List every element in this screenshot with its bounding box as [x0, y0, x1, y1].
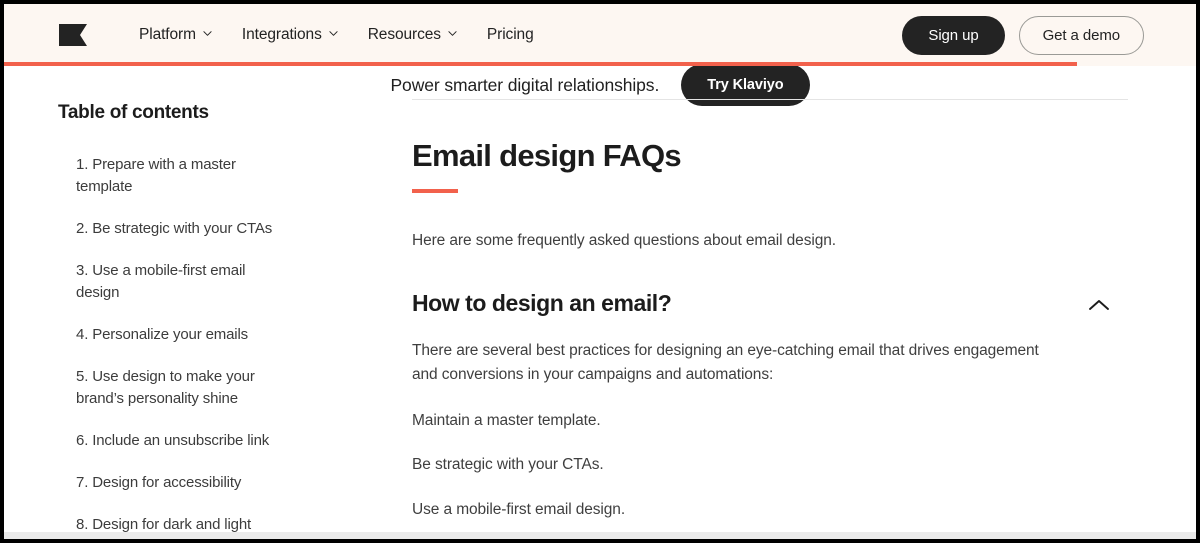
- get-a-demo-button[interactable]: Get a demo: [1018, 15, 1144, 55]
- toc-item-7[interactable]: 7. Design for accessibility: [76, 472, 291, 494]
- nav-item-label: Platform: [139, 26, 196, 43]
- nav-item-platform[interactable]: Platform: [124, 20, 227, 50]
- primary-nav: Platform Integrations Resources Pricing: [124, 20, 549, 50]
- intro-paragraph: Here are some frequently asked questions…: [412, 232, 836, 250]
- page-title: Email design FAQs: [412, 138, 682, 173]
- faq-answer: There are several best practices for des…: [412, 339, 1116, 539]
- scroll-progress-bar: [4, 62, 1196, 66]
- nav-item-pricing[interactable]: Pricing: [472, 20, 549, 50]
- toc-item-3[interactable]: 3. Use a mobile-first email design: [76, 260, 291, 304]
- nav-item-label: Resources: [367, 26, 441, 43]
- toc-item-2[interactable]: 2. Be strategic with your CTAs: [76, 218, 291, 240]
- toc-title: Table of contents: [58, 102, 209, 123]
- chevron-up-icon[interactable]: [1086, 292, 1112, 318]
- scroll-progress-fill: [4, 62, 1077, 66]
- faq-step-3: Use a mobile-first email design.: [412, 501, 626, 519]
- toc-item-6[interactable]: 6. Include an unsubscribe link: [76, 430, 291, 452]
- browser-viewport: Power smarter digital relationships. Try…: [0, 0, 1200, 543]
- nav-item-resources[interactable]: Resources: [353, 20, 472, 50]
- klaviyo-logo[interactable]: [58, 23, 88, 47]
- faq-accordion-item: How to design an email? There are severa…: [412, 290, 1116, 539]
- site-header: Platform Integrations Resources Pricing …: [4, 4, 1196, 66]
- toc-item-4[interactable]: 4. Personalize your emails: [76, 324, 291, 346]
- nav-item-label: Pricing: [486, 26, 534, 43]
- chevron-down-icon: [448, 29, 457, 38]
- faq-question: How to design an email?: [412, 290, 672, 317]
- table-of-contents: Table of contents 1. Prepare with a mast…: [4, 66, 404, 539]
- toc-list: 1. Prepare with a master template 2. Be …: [58, 154, 374, 539]
- faq-answer-intro: There are several best practices for des…: [412, 342, 1039, 384]
- header-actions: Sign up Get a demo: [902, 15, 1144, 55]
- horizontal-scrollbar-track[interactable]: [4, 532, 1196, 539]
- chevron-down-icon: [329, 29, 338, 38]
- toc-item-1[interactable]: 1. Prepare with a master template: [76, 154, 291, 198]
- faq-step-1: Maintain a master template.: [412, 411, 601, 429]
- faq-step-2: Be strategic with your CTAs.: [412, 456, 604, 474]
- section-divider: [412, 99, 1128, 100]
- chevron-down-icon: [203, 29, 212, 38]
- header-inner: Platform Integrations Resources Pricing …: [4, 4, 1196, 66]
- nav-item-integrations[interactable]: Integrations: [227, 20, 353, 50]
- page-content: Table of contents 1. Prepare with a mast…: [4, 66, 1196, 539]
- page-root: Power smarter digital relationships. Try…: [4, 4, 1196, 539]
- title-accent-underline: [412, 189, 458, 194]
- toc-item-5[interactable]: 5. Use design to make your brand’s perso…: [76, 366, 291, 410]
- article-body: Email design FAQs Here are some frequent…: [404, 66, 1164, 534]
- faq-accordion-header[interactable]: How to design an email?: [412, 290, 1116, 318]
- sign-up-button[interactable]: Sign up: [902, 15, 1005, 55]
- nav-item-label: Integrations: [241, 26, 322, 43]
